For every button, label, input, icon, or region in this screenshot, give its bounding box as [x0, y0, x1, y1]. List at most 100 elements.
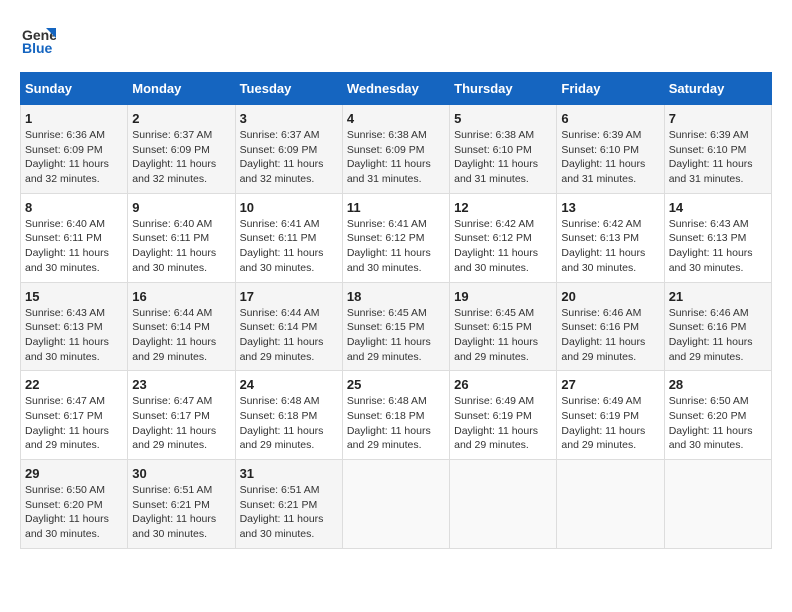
day-info: Sunrise: 6:47 AM Sunset: 6:17 PM Dayligh… [132, 394, 230, 453]
day-info: Sunrise: 6:48 AM Sunset: 6:18 PM Dayligh… [240, 394, 338, 453]
calendar-cell: 3 Sunrise: 6:37 AM Sunset: 6:09 PM Daylig… [235, 105, 342, 194]
day-info: Sunrise: 6:36 AM Sunset: 6:09 PM Dayligh… [25, 128, 123, 187]
calendar-cell: 30 Sunrise: 6:51 AM Sunset: 6:21 PM Dayli… [128, 460, 235, 549]
day-info: Sunrise: 6:51 AM Sunset: 6:21 PM Dayligh… [240, 483, 338, 542]
day-number: 14 [669, 200, 767, 215]
day-info: Sunrise: 6:51 AM Sunset: 6:21 PM Dayligh… [132, 483, 230, 542]
calendar-cell: 2 Sunrise: 6:37 AM Sunset: 6:09 PM Daylig… [128, 105, 235, 194]
day-info: Sunrise: 6:37 AM Sunset: 6:09 PM Dayligh… [132, 128, 230, 187]
calendar-cell: 24 Sunrise: 6:48 AM Sunset: 6:18 PM Dayli… [235, 371, 342, 460]
day-info: Sunrise: 6:50 AM Sunset: 6:20 PM Dayligh… [669, 394, 767, 453]
day-number: 23 [132, 377, 230, 392]
calendar-cell: 4 Sunrise: 6:38 AM Sunset: 6:09 PM Daylig… [342, 105, 449, 194]
day-info: Sunrise: 6:41 AM Sunset: 6:11 PM Dayligh… [240, 217, 338, 276]
day-info: Sunrise: 6:38 AM Sunset: 6:09 PM Dayligh… [347, 128, 445, 187]
calendar-week-row: 8 Sunrise: 6:40 AM Sunset: 6:11 PM Daylig… [21, 193, 772, 282]
day-info: Sunrise: 6:45 AM Sunset: 6:15 PM Dayligh… [454, 306, 552, 365]
day-info: Sunrise: 6:39 AM Sunset: 6:10 PM Dayligh… [669, 128, 767, 187]
calendar-cell: 25 Sunrise: 6:48 AM Sunset: 6:18 PM Dayli… [342, 371, 449, 460]
day-info: Sunrise: 6:47 AM Sunset: 6:17 PM Dayligh… [25, 394, 123, 453]
calendar-cell: 21 Sunrise: 6:46 AM Sunset: 6:16 PM Dayli… [664, 282, 771, 371]
svg-text:Blue: Blue [22, 40, 53, 56]
calendar-cell: 19 Sunrise: 6:45 AM Sunset: 6:15 PM Dayli… [450, 282, 557, 371]
day-number: 11 [347, 200, 445, 215]
logo: General Blue [20, 20, 56, 56]
day-number: 31 [240, 466, 338, 481]
day-number: 4 [347, 111, 445, 126]
day-number: 17 [240, 289, 338, 304]
day-number: 8 [25, 200, 123, 215]
day-number: 1 [25, 111, 123, 126]
day-number: 12 [454, 200, 552, 215]
day-number: 13 [561, 200, 659, 215]
calendar-cell: 11 Sunrise: 6:41 AM Sunset: 6:12 PM Dayli… [342, 193, 449, 282]
calendar-cell: 22 Sunrise: 6:47 AM Sunset: 6:17 PM Dayli… [21, 371, 128, 460]
day-info: Sunrise: 6:50 AM Sunset: 6:20 PM Dayligh… [25, 483, 123, 542]
day-number: 5 [454, 111, 552, 126]
day-number: 3 [240, 111, 338, 126]
day-info: Sunrise: 6:46 AM Sunset: 6:16 PM Dayligh… [669, 306, 767, 365]
day-info: Sunrise: 6:49 AM Sunset: 6:19 PM Dayligh… [561, 394, 659, 453]
day-number: 30 [132, 466, 230, 481]
day-info: Sunrise: 6:38 AM Sunset: 6:10 PM Dayligh… [454, 128, 552, 187]
day-info: Sunrise: 6:46 AM Sunset: 6:16 PM Dayligh… [561, 306, 659, 365]
calendar-cell: 31 Sunrise: 6:51 AM Sunset: 6:21 PM Dayli… [235, 460, 342, 549]
day-number: 26 [454, 377, 552, 392]
calendar-week-row: 15 Sunrise: 6:43 AM Sunset: 6:13 PM Dayli… [21, 282, 772, 371]
calendar-cell: 6 Sunrise: 6:39 AM Sunset: 6:10 PM Daylig… [557, 105, 664, 194]
day-info: Sunrise: 6:41 AM Sunset: 6:12 PM Dayligh… [347, 217, 445, 276]
day-info: Sunrise: 6:40 AM Sunset: 6:11 PM Dayligh… [132, 217, 230, 276]
day-info: Sunrise: 6:48 AM Sunset: 6:18 PM Dayligh… [347, 394, 445, 453]
calendar-cell [557, 460, 664, 549]
day-info: Sunrise: 6:49 AM Sunset: 6:19 PM Dayligh… [454, 394, 552, 453]
day-number: 24 [240, 377, 338, 392]
logo-icon: General Blue [20, 20, 56, 56]
calendar-cell: 20Sunrise: 6:46 AM Sunset: 6:16 PM Dayli… [557, 282, 664, 371]
day-number: 2 [132, 111, 230, 126]
header-area: General Blue [20, 20, 772, 56]
day-info: Sunrise: 6:37 AM Sunset: 6:09 PM Dayligh… [240, 128, 338, 187]
calendar-cell: 14Sunrise: 6:43 AM Sunset: 6:13 PM Dayli… [664, 193, 771, 282]
calendar-cell: 15 Sunrise: 6:43 AM Sunset: 6:13 PM Dayli… [21, 282, 128, 371]
header-day: Saturday [664, 73, 771, 105]
day-number: 25 [347, 377, 445, 392]
calendar-cell: 23 Sunrise: 6:47 AM Sunset: 6:17 PM Dayli… [128, 371, 235, 460]
header-day: Sunday [21, 73, 128, 105]
calendar-cell: 16Sunrise: 6:44 AM Sunset: 6:14 PM Dayli… [128, 282, 235, 371]
calendar-cell: 7 Sunrise: 6:39 AM Sunset: 6:10 PM Daylig… [664, 105, 771, 194]
header-day: Tuesday [235, 73, 342, 105]
day-number: 15 [25, 289, 123, 304]
calendar-cell [342, 460, 449, 549]
calendar-week-row: 22 Sunrise: 6:47 AM Sunset: 6:17 PM Dayli… [21, 371, 772, 460]
day-number: 18 [347, 289, 445, 304]
day-number: 16 [132, 289, 230, 304]
day-info: Sunrise: 6:42 AM Sunset: 6:12 PM Dayligh… [454, 217, 552, 276]
day-number: 22 [25, 377, 123, 392]
day-info: Sunrise: 6:45 AM Sunset: 6:15 PM Dayligh… [347, 306, 445, 365]
calendar-cell: 28 Sunrise: 6:50 AM Sunset: 6:20 PM Dayli… [664, 371, 771, 460]
day-number: 28 [669, 377, 767, 392]
day-number: 21 [669, 289, 767, 304]
calendar-cell: 13Sunrise: 6:42 AM Sunset: 6:13 PM Dayli… [557, 193, 664, 282]
calendar-cell: 26 Sunrise: 6:49 AM Sunset: 6:19 PM Dayli… [450, 371, 557, 460]
calendar-cell: 27Sunrise: 6:49 AM Sunset: 6:19 PM Dayli… [557, 371, 664, 460]
calendar-cell: 12 Sunrise: 6:42 AM Sunset: 6:12 PM Dayli… [450, 193, 557, 282]
calendar-week-row: 1 Sunrise: 6:36 AM Sunset: 6:09 PM Daylig… [21, 105, 772, 194]
calendar-cell: 8Sunrise: 6:40 AM Sunset: 6:11 PM Daylig… [21, 193, 128, 282]
calendar-cell: 9 Sunrise: 6:40 AM Sunset: 6:11 PM Daylig… [128, 193, 235, 282]
day-info: Sunrise: 6:44 AM Sunset: 6:14 PM Dayligh… [240, 306, 338, 365]
day-number: 29 [25, 466, 123, 481]
day-number: 19 [454, 289, 552, 304]
calendar-cell: 5 Sunrise: 6:38 AM Sunset: 6:10 PM Daylig… [450, 105, 557, 194]
calendar-cell: 1 Sunrise: 6:36 AM Sunset: 6:09 PM Daylig… [21, 105, 128, 194]
day-number: 7 [669, 111, 767, 126]
calendar-cell [664, 460, 771, 549]
day-number: 10 [240, 200, 338, 215]
header-day: Monday [128, 73, 235, 105]
day-info: Sunrise: 6:39 AM Sunset: 6:10 PM Dayligh… [561, 128, 659, 187]
header-day: Wednesday [342, 73, 449, 105]
day-number: 9 [132, 200, 230, 215]
day-info: Sunrise: 6:43 AM Sunset: 6:13 PM Dayligh… [25, 306, 123, 365]
day-number: 6 [561, 111, 659, 126]
calendar-cell: 17 Sunrise: 6:44 AM Sunset: 6:14 PM Dayli… [235, 282, 342, 371]
